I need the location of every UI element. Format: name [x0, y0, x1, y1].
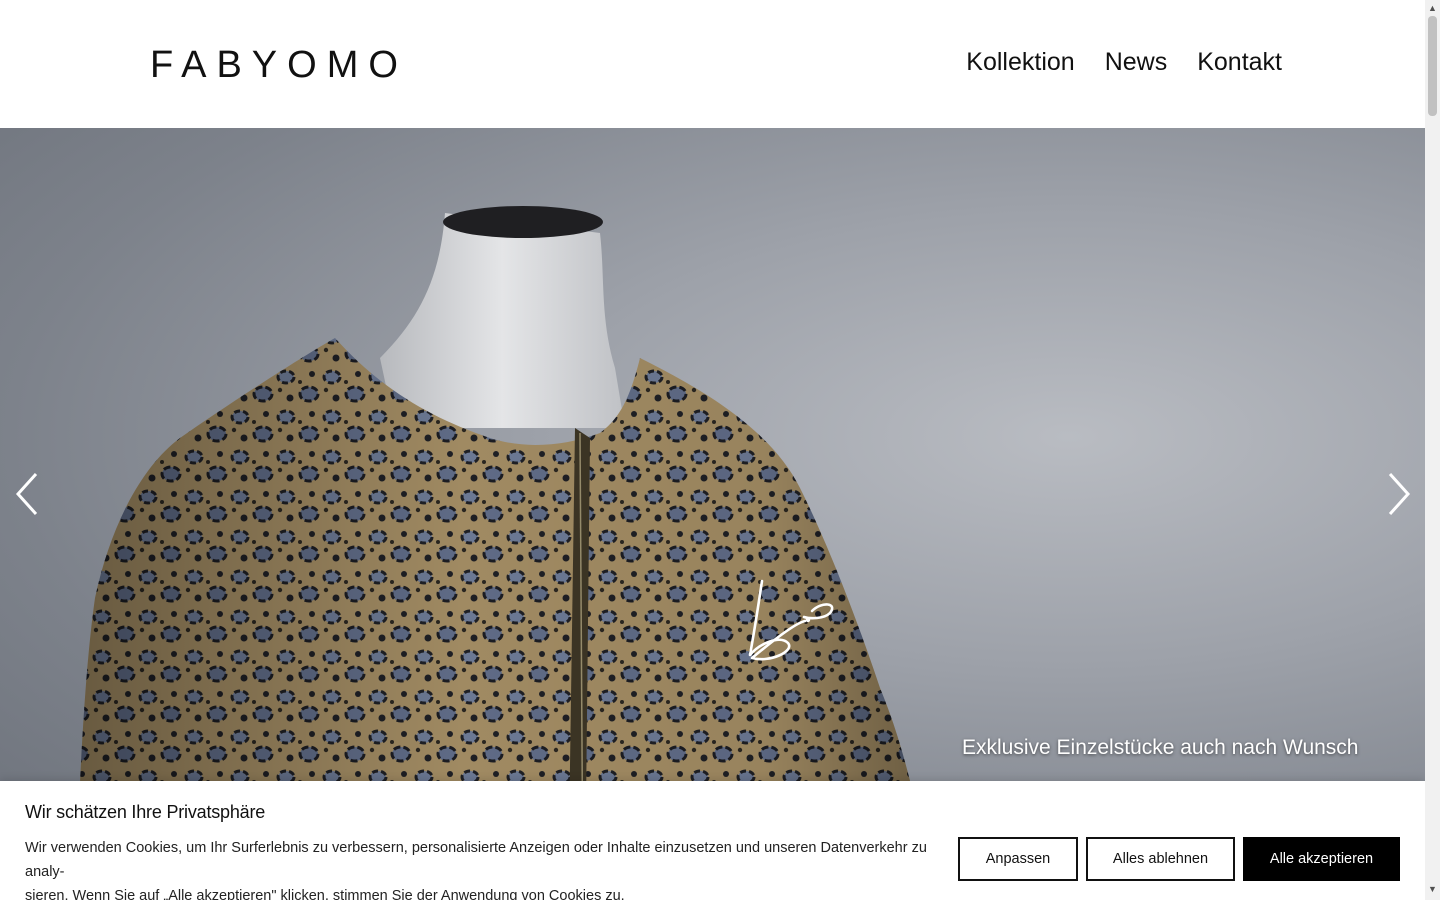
- nav-item-kollektion[interactable]: Kollektion: [966, 48, 1074, 77]
- slider-prev-button[interactable]: [8, 468, 48, 520]
- cookie-text-line-1: Wir verwenden Cookies, um Ihr Surferlebn…: [25, 840, 927, 880]
- accept-all-cookies-button[interactable]: Alle akzeptieren: [1243, 837, 1400, 881]
- scroll-down-icon[interactable]: ▼: [1428, 884, 1437, 894]
- scroll-up-icon[interactable]: ▲: [1428, 3, 1437, 13]
- slide-caption: Exklusive Einzelstücke auch nach Wunsch: [962, 736, 1359, 759]
- site-logo[interactable]: FABYOMO: [150, 44, 408, 87]
- cookie-banner: Wir schätzen Ihre Privatsphäre Wir verwe…: [0, 781, 1425, 900]
- page-scrollbar[interactable]: ▲ ▼: [1425, 0, 1440, 900]
- main-nav: Kollektion News Kontakt: [966, 48, 1282, 77]
- signature-logo-icon: [748, 579, 834, 661]
- cookie-banner-text: Wir verwenden Cookies, um Ihr Surferlebn…: [25, 836, 945, 900]
- cookie-text-line-2: sieren. Wenn Sie auf „Alle akzeptieren" …: [25, 888, 625, 900]
- scrollbar-thumb[interactable]: [1428, 16, 1437, 116]
- customize-cookies-button[interactable]: Anpassen: [958, 837, 1078, 881]
- cookie-banner-title: Wir schätzen Ihre Privatsphäre: [25, 802, 266, 822]
- site-header: FABYOMO Kollektion News Kontakt: [0, 0, 1425, 128]
- slider-next-button[interactable]: [1378, 468, 1418, 520]
- nav-item-news[interactable]: News: [1105, 48, 1168, 77]
- nav-item-kontakt[interactable]: Kontakt: [1197, 48, 1282, 77]
- reject-all-cookies-button[interactable]: Alles ablehnen: [1086, 837, 1235, 881]
